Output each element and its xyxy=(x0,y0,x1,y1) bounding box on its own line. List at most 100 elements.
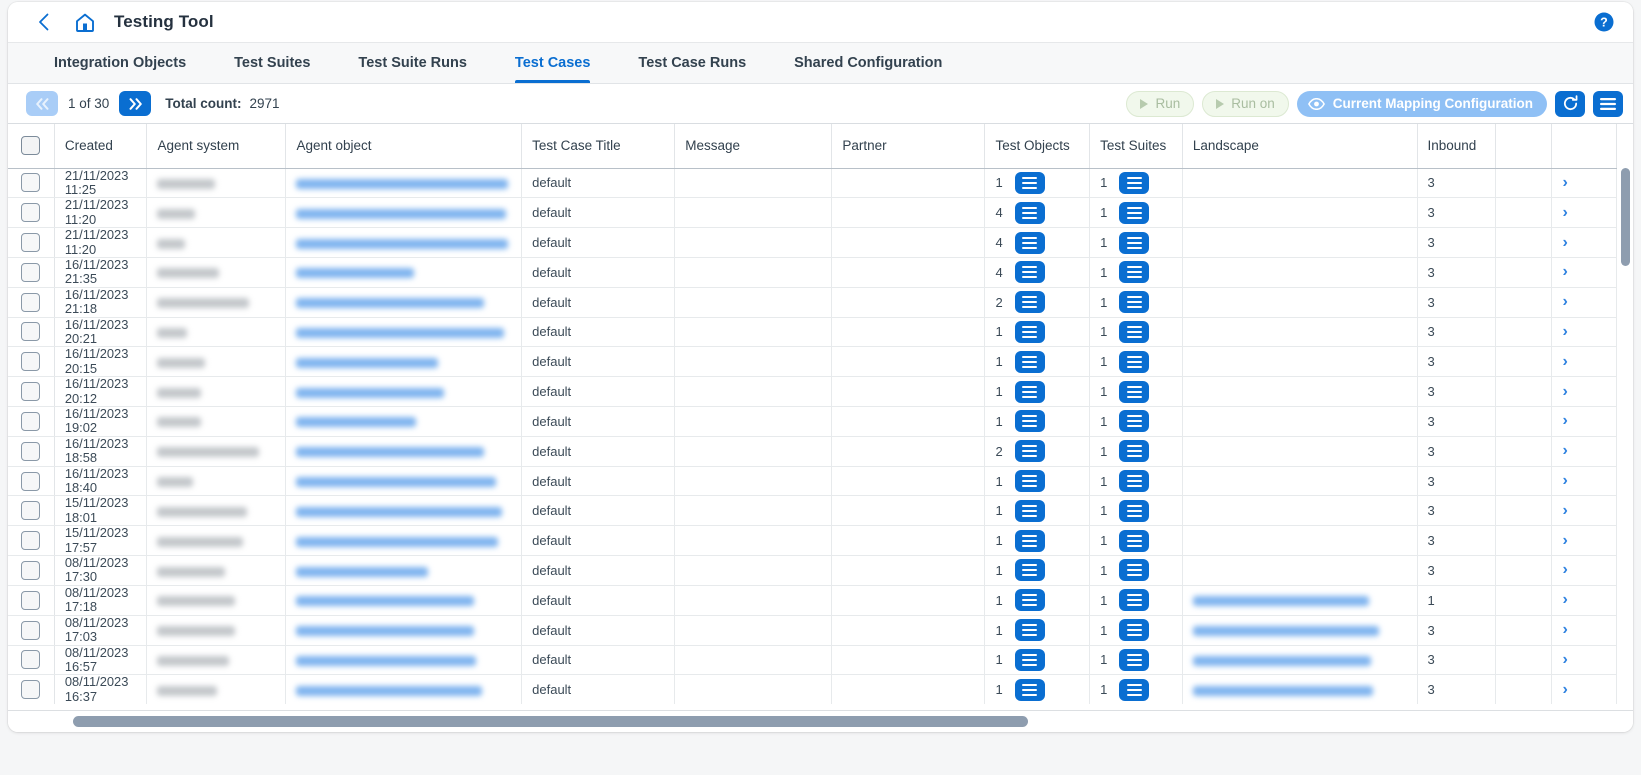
test-objects-list-button[interactable] xyxy=(1014,589,1045,612)
cell-agent-object[interactable] xyxy=(285,495,523,527)
table-row[interactable]: 21/11/2023 11:20 default 4 1 3 › xyxy=(8,197,1617,229)
checkbox-unchecked-icon[interactable] xyxy=(21,203,41,223)
cell-row-detail[interactable]: › xyxy=(1551,257,1617,288)
cell-agent-object[interactable] xyxy=(285,346,523,378)
table-row[interactable]: 08/11/2023 17:30 default 1 1 3 › xyxy=(8,555,1617,586)
row-select-cell[interactable] xyxy=(8,376,55,407)
redacted-link[interactable] xyxy=(296,626,475,637)
redacted-link[interactable] xyxy=(296,447,485,458)
cell-row-detail[interactable]: › xyxy=(1551,287,1617,318)
redacted-link[interactable] xyxy=(296,268,415,279)
redacted-link[interactable] xyxy=(296,685,483,696)
test-objects-list-button[interactable] xyxy=(1014,320,1045,343)
test-objects-list-button[interactable] xyxy=(1014,291,1045,314)
cell-agent-object[interactable] xyxy=(285,466,523,497)
test-objects-list-button[interactable] xyxy=(1014,201,1045,224)
table-row[interactable]: 21/11/2023 11:20 default 4 1 3 › xyxy=(8,227,1617,258)
checkbox-unchecked-icon[interactable] xyxy=(21,233,41,253)
test-objects-list-button[interactable] xyxy=(1014,231,1045,254)
table-row[interactable]: 08/11/2023 16:37 default 1 1 3 › xyxy=(8,674,1617,704)
cell-agent-object[interactable] xyxy=(285,436,523,467)
cell-agent-object[interactable] xyxy=(285,168,523,199)
run-on-button[interactable]: Run on xyxy=(1202,90,1289,117)
test-suites-list-button[interactable] xyxy=(1119,380,1150,403)
chevron-right-icon[interactable]: › xyxy=(1562,561,1567,579)
test-objects-list-button[interactable] xyxy=(1014,350,1045,373)
chevron-right-icon[interactable]: › xyxy=(1562,293,1567,311)
help-button[interactable]: ? xyxy=(1593,11,1615,33)
table-row[interactable]: 16/11/2023 19:02 default 1 1 3 › xyxy=(8,406,1617,437)
table-row[interactable]: 16/11/2023 18:58 default 2 1 3 › xyxy=(8,436,1617,467)
test-suites-list-button[interactable] xyxy=(1119,648,1150,671)
redacted-link[interactable] xyxy=(296,178,509,189)
test-objects-list-button[interactable] xyxy=(1014,499,1045,522)
column-header-created[interactable]: Created xyxy=(54,124,148,169)
checkbox-unchecked-icon[interactable] xyxy=(21,590,41,610)
checkbox-unchecked-icon[interactable] xyxy=(21,501,41,521)
cell-agent-object[interactable] xyxy=(285,376,523,407)
redacted-link[interactable] xyxy=(296,298,485,309)
test-objects-list-button[interactable] xyxy=(1014,678,1045,701)
horizontal-scrollbar-thumb[interactable] xyxy=(73,716,1028,727)
cell-agent-object[interactable] xyxy=(285,257,523,288)
cell-agent-object[interactable] xyxy=(285,555,523,586)
redacted-link[interactable] xyxy=(296,387,445,398)
next-page-button[interactable] xyxy=(119,91,152,116)
test-objects-list-button[interactable] xyxy=(1014,529,1045,552)
redacted-link[interactable] xyxy=(296,536,499,547)
run-button[interactable]: Run xyxy=(1126,90,1195,117)
checkbox-unchecked-icon[interactable] xyxy=(21,262,41,282)
cell-row-detail[interactable]: › xyxy=(1551,317,1617,348)
cell-agent-object[interactable] xyxy=(285,197,523,229)
checkbox-unchecked-icon[interactable] xyxy=(21,352,41,372)
cell-agent-object[interactable] xyxy=(285,287,523,318)
redacted-link[interactable] xyxy=(296,566,429,577)
test-objects-list-button[interactable] xyxy=(1014,171,1045,194)
row-select-cell[interactable] xyxy=(8,585,55,616)
row-select-cell[interactable] xyxy=(8,197,55,229)
cell-row-detail[interactable]: › xyxy=(1551,436,1617,467)
table-row[interactable]: 21/11/2023 11:25 default 1 1 3 › xyxy=(8,168,1617,199)
redacted-link[interactable] xyxy=(296,596,475,607)
chevron-right-icon[interactable]: › xyxy=(1562,472,1567,490)
table-row[interactable]: 15/11/2023 18:01 default 1 1 3 › xyxy=(8,495,1617,527)
checkbox-unchecked-icon[interactable] xyxy=(21,560,41,580)
table-row[interactable]: 16/11/2023 21:18 default 2 1 3 › xyxy=(8,287,1617,318)
cell-row-detail[interactable]: › xyxy=(1551,495,1617,527)
chevron-right-icon[interactable]: › xyxy=(1562,204,1567,222)
previous-page-button[interactable] xyxy=(26,91,58,116)
chevron-right-icon[interactable]: › xyxy=(1562,651,1567,669)
select-all-cell[interactable] xyxy=(8,124,55,169)
test-suites-list-button[interactable] xyxy=(1119,440,1150,463)
cell-agent-object[interactable] xyxy=(285,674,523,704)
cell-agent-object[interactable] xyxy=(285,227,523,258)
cell-agent-object[interactable] xyxy=(285,645,523,676)
row-select-cell[interactable] xyxy=(8,466,55,497)
table-row[interactable]: 16/11/2023 18:40 default 1 1 3 › xyxy=(8,466,1617,497)
test-suites-list-button[interactable] xyxy=(1119,470,1150,493)
test-suites-list-button[interactable] xyxy=(1119,350,1150,373)
redacted-link[interactable] xyxy=(296,208,507,219)
test-suites-list-button[interactable] xyxy=(1119,261,1150,284)
row-select-cell[interactable] xyxy=(8,168,55,199)
cell-row-detail[interactable]: › xyxy=(1551,525,1617,557)
chevron-right-icon[interactable]: › xyxy=(1562,412,1567,430)
tab-test-suites[interactable]: Test Suites xyxy=(210,43,334,83)
test-suites-list-button[interactable] xyxy=(1119,410,1150,433)
cell-row-detail[interactable]: › xyxy=(1551,227,1617,258)
cell-row-detail[interactable]: › xyxy=(1551,197,1617,229)
checkbox-unchecked-icon[interactable] xyxy=(21,680,41,700)
checkbox-unchecked-icon[interactable] xyxy=(21,173,41,193)
table-settings-menu-button[interactable] xyxy=(1593,90,1623,117)
test-objects-list-button[interactable] xyxy=(1014,380,1045,403)
chevron-right-icon[interactable]: › xyxy=(1562,174,1567,192)
chevron-right-icon[interactable]: › xyxy=(1562,621,1567,639)
row-select-cell[interactable] xyxy=(8,257,55,288)
tab-test-suite-runs[interactable]: Test Suite Runs xyxy=(334,43,491,83)
chevron-right-icon[interactable]: › xyxy=(1562,383,1567,401)
column-header-agent-system[interactable]: Agent system xyxy=(146,124,287,169)
checkbox-unchecked-icon[interactable] xyxy=(21,292,41,312)
test-suites-list-button[interactable] xyxy=(1119,171,1150,194)
column-header-test-case-title[interactable]: Test Case Title xyxy=(521,124,676,169)
chevron-right-icon[interactable]: › xyxy=(1562,532,1567,550)
